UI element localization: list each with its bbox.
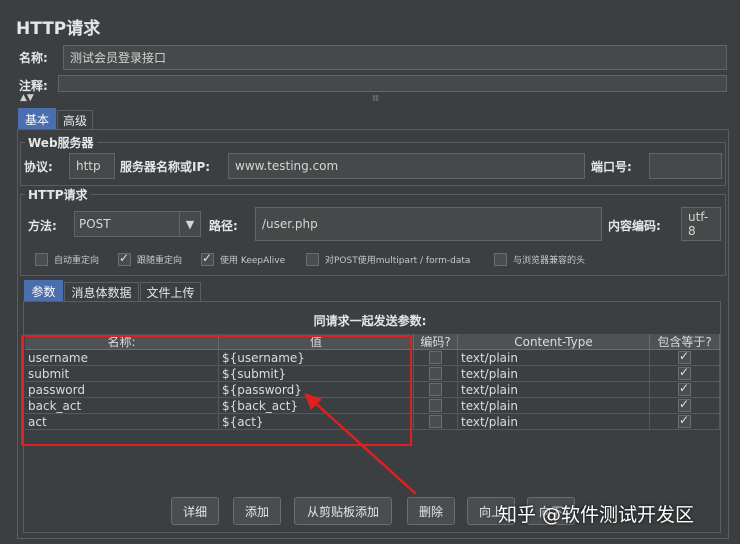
add-from-clipboard-button[interactable]: 从剪贴板添加 (294, 497, 392, 525)
detail-button[interactable]: 详细 (171, 497, 219, 525)
add-button[interactable]: 添加 (233, 497, 281, 525)
watermark: 知乎 @软件测试开发区 (498, 504, 695, 526)
annotation-arrow (304, 393, 417, 495)
delete-button[interactable]: 删除 (407, 497, 455, 525)
